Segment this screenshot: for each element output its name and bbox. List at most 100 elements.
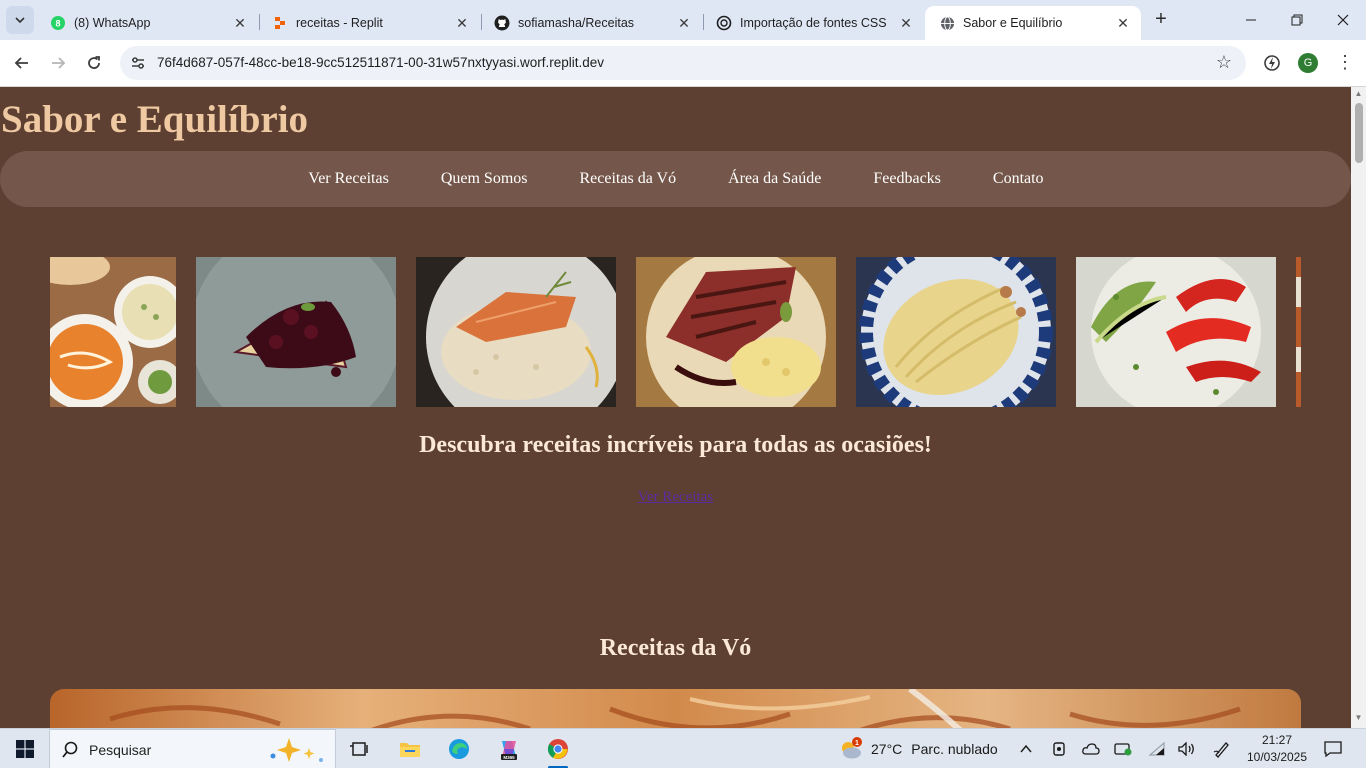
recipe-carousel[interactable] xyxy=(50,257,1301,407)
restore-button[interactable] xyxy=(1274,0,1320,40)
close-icon[interactable]: ✕ xyxy=(676,15,692,31)
scroll-up-icon[interactable]: ▲ xyxy=(1354,89,1363,98)
close-icon[interactable]: ✕ xyxy=(898,15,914,31)
pen-icon xyxy=(1213,742,1229,758)
task-view-icon xyxy=(350,742,368,756)
minimize-button[interactable] xyxy=(1228,0,1274,40)
tagline-heading: Descubra receitas incríveis para todas a… xyxy=(419,432,932,458)
site-settings-icon[interactable] xyxy=(128,53,148,73)
ver-receitas-link[interactable]: Ver Receitas xyxy=(638,489,713,505)
tray-app-button[interactable] xyxy=(1112,733,1134,765)
close-icon[interactable]: ✕ xyxy=(232,15,248,31)
chrome-button[interactable] xyxy=(542,733,574,765)
nav-link-area-da-saude[interactable]: Área da Saúde xyxy=(728,170,821,188)
web-page: Sabor e Equilíbrio Ver Receitas Quem Som… xyxy=(0,87,1351,728)
wifi-icon xyxy=(1148,742,1165,756)
search-placeholder: Pesquisar xyxy=(89,741,152,758)
nav-link-ver-receitas[interactable]: Ver Receitas xyxy=(308,170,388,188)
bookmark-star-icon[interactable]: ☆ xyxy=(1216,52,1232,73)
weather-badge: 1 xyxy=(855,740,859,747)
weather-description: Parc. nublado xyxy=(911,741,998,757)
edge-icon xyxy=(449,739,469,759)
close-icon[interactable]: ✕ xyxy=(1115,15,1131,31)
clock-time: 21:27 xyxy=(1261,733,1293,747)
back-button[interactable] xyxy=(9,50,35,76)
m365-copilot-icon: M365 xyxy=(501,741,517,760)
svg-text:M365: M365 xyxy=(503,755,515,760)
nav-link-feedbacks[interactable]: Feedbacks xyxy=(873,170,941,188)
onedrive-cloud-icon xyxy=(1082,743,1100,755)
volume-button[interactable] xyxy=(1176,733,1198,765)
folder-icon xyxy=(400,743,420,757)
address-bar[interactable]: 76f4d687-057f-48cc-be18-9cc512511871-00-… xyxy=(120,46,1246,80)
globe-icon xyxy=(939,15,955,31)
nav-link-quem-somos[interactable]: Quem Somos xyxy=(441,170,528,188)
tab-title: (8) WhatsApp xyxy=(74,16,151,30)
nav-link-receitas-da-vo[interactable]: Receitas da Vó xyxy=(580,170,677,188)
tab-github[interactable]: sofiamasha/Receitas ✕ xyxy=(480,6,702,40)
tab-title: Importação de fontes CSS xyxy=(740,16,887,30)
carousel-image-curry[interactable] xyxy=(50,257,176,407)
m365-button[interactable]: M365 xyxy=(493,733,525,765)
taskbar-search[interactable]: Pesquisar xyxy=(49,729,336,768)
restore-icon xyxy=(1291,14,1303,26)
show-hidden-icons-button[interactable] xyxy=(1016,733,1036,765)
start-button[interactable] xyxy=(9,733,41,765)
carousel-image-steak[interactable] xyxy=(636,257,836,407)
minimize-icon xyxy=(1246,19,1256,21)
new-tab-button[interactable]: + xyxy=(1149,8,1173,32)
scrollbar-thumb[interactable] xyxy=(1355,103,1363,163)
tab-sabor-equilibrio[interactable]: Sabor e Equilíbrio ✕ xyxy=(925,6,1141,40)
nav-link-contato[interactable]: Contato xyxy=(993,170,1044,188)
chevron-down-icon xyxy=(15,17,25,24)
carousel-image-salmon[interactable] xyxy=(416,257,616,407)
camera-icon xyxy=(1053,742,1065,756)
tab-importacao-fontes[interactable]: Importação de fontes CSS ✕ xyxy=(702,6,924,40)
tab-search-button[interactable] xyxy=(6,6,34,34)
carousel-image-lobster[interactable] xyxy=(1076,257,1276,407)
copilot-sparkle-icon xyxy=(270,737,323,762)
extension-icon xyxy=(1264,55,1280,71)
weather-cloud-icon: 1 xyxy=(842,737,862,759)
tab-whatsapp[interactable]: 8 (8) WhatsApp ✕ xyxy=(36,6,258,40)
carousel-image-cheesecake[interactable] xyxy=(196,257,396,407)
arrow-left-icon xyxy=(14,57,28,69)
scroll-down-icon[interactable]: ▼ xyxy=(1354,713,1363,722)
onedrive-button[interactable] xyxy=(1080,733,1102,765)
tray-app-icon xyxy=(1114,743,1132,756)
close-icon[interactable]: ✕ xyxy=(454,15,470,31)
close-window-button[interactable] xyxy=(1320,0,1366,40)
site-nav: Ver Receitas Quem Somos Receitas da Vó Á… xyxy=(0,151,1351,207)
file-explorer-button[interactable] xyxy=(394,733,426,765)
profile-avatar[interactable]: G xyxy=(1298,53,1318,73)
carousel-image-partial[interactable] xyxy=(1296,257,1301,407)
network-button[interactable] xyxy=(1146,733,1168,765)
task-view-button[interactable] xyxy=(344,733,376,765)
tray-meet-button[interactable] xyxy=(1049,733,1069,765)
tab-replit[interactable]: receitas - Replit ✕ xyxy=(258,6,480,40)
section-title-receitas-da-vo: Receitas da Vó xyxy=(599,635,752,661)
speaker-icon xyxy=(1178,742,1194,756)
tab-title: sofiamasha/Receitas xyxy=(518,16,635,30)
receitas-da-vo-image[interactable] xyxy=(50,689,1301,728)
close-icon xyxy=(1337,14,1349,26)
url-text[interactable]: 76f4d687-057f-48cc-be18-9cc512511871-00-… xyxy=(157,55,604,70)
page-scrollbar[interactable]: ▲ ▼ xyxy=(1351,87,1366,728)
extension-button[interactable] xyxy=(1261,52,1283,74)
pen-menu-button[interactable] xyxy=(1211,733,1233,765)
notifications-button[interactable] xyxy=(1320,733,1346,765)
chevron-up-icon xyxy=(1020,744,1032,753)
windows-taskbar: Pesquisar M365 1 27°C Parc. nublado 21:2… xyxy=(0,728,1366,768)
edge-button[interactable] xyxy=(443,733,475,765)
whatsapp-icon: 8 xyxy=(50,15,66,31)
reload-button[interactable] xyxy=(81,50,107,76)
browser-toolbar: 76f4d687-057f-48cc-be18-9cc512511871-00-… xyxy=(0,40,1366,87)
weather-widget[interactable]: 1 27°C Parc. nublado xyxy=(838,733,998,765)
github-icon xyxy=(494,15,510,31)
weather-temp: 27°C xyxy=(871,741,903,757)
cta-link-wrapper: Ver Receitas xyxy=(0,489,1351,506)
carousel-image-pasta[interactable] xyxy=(856,257,1056,407)
more-menu-icon[interactable]: ⋮ xyxy=(1336,52,1354,72)
taskbar-clock[interactable]: 21:27 10/03/2025 xyxy=(1244,732,1310,766)
forward-button[interactable] xyxy=(45,50,71,76)
